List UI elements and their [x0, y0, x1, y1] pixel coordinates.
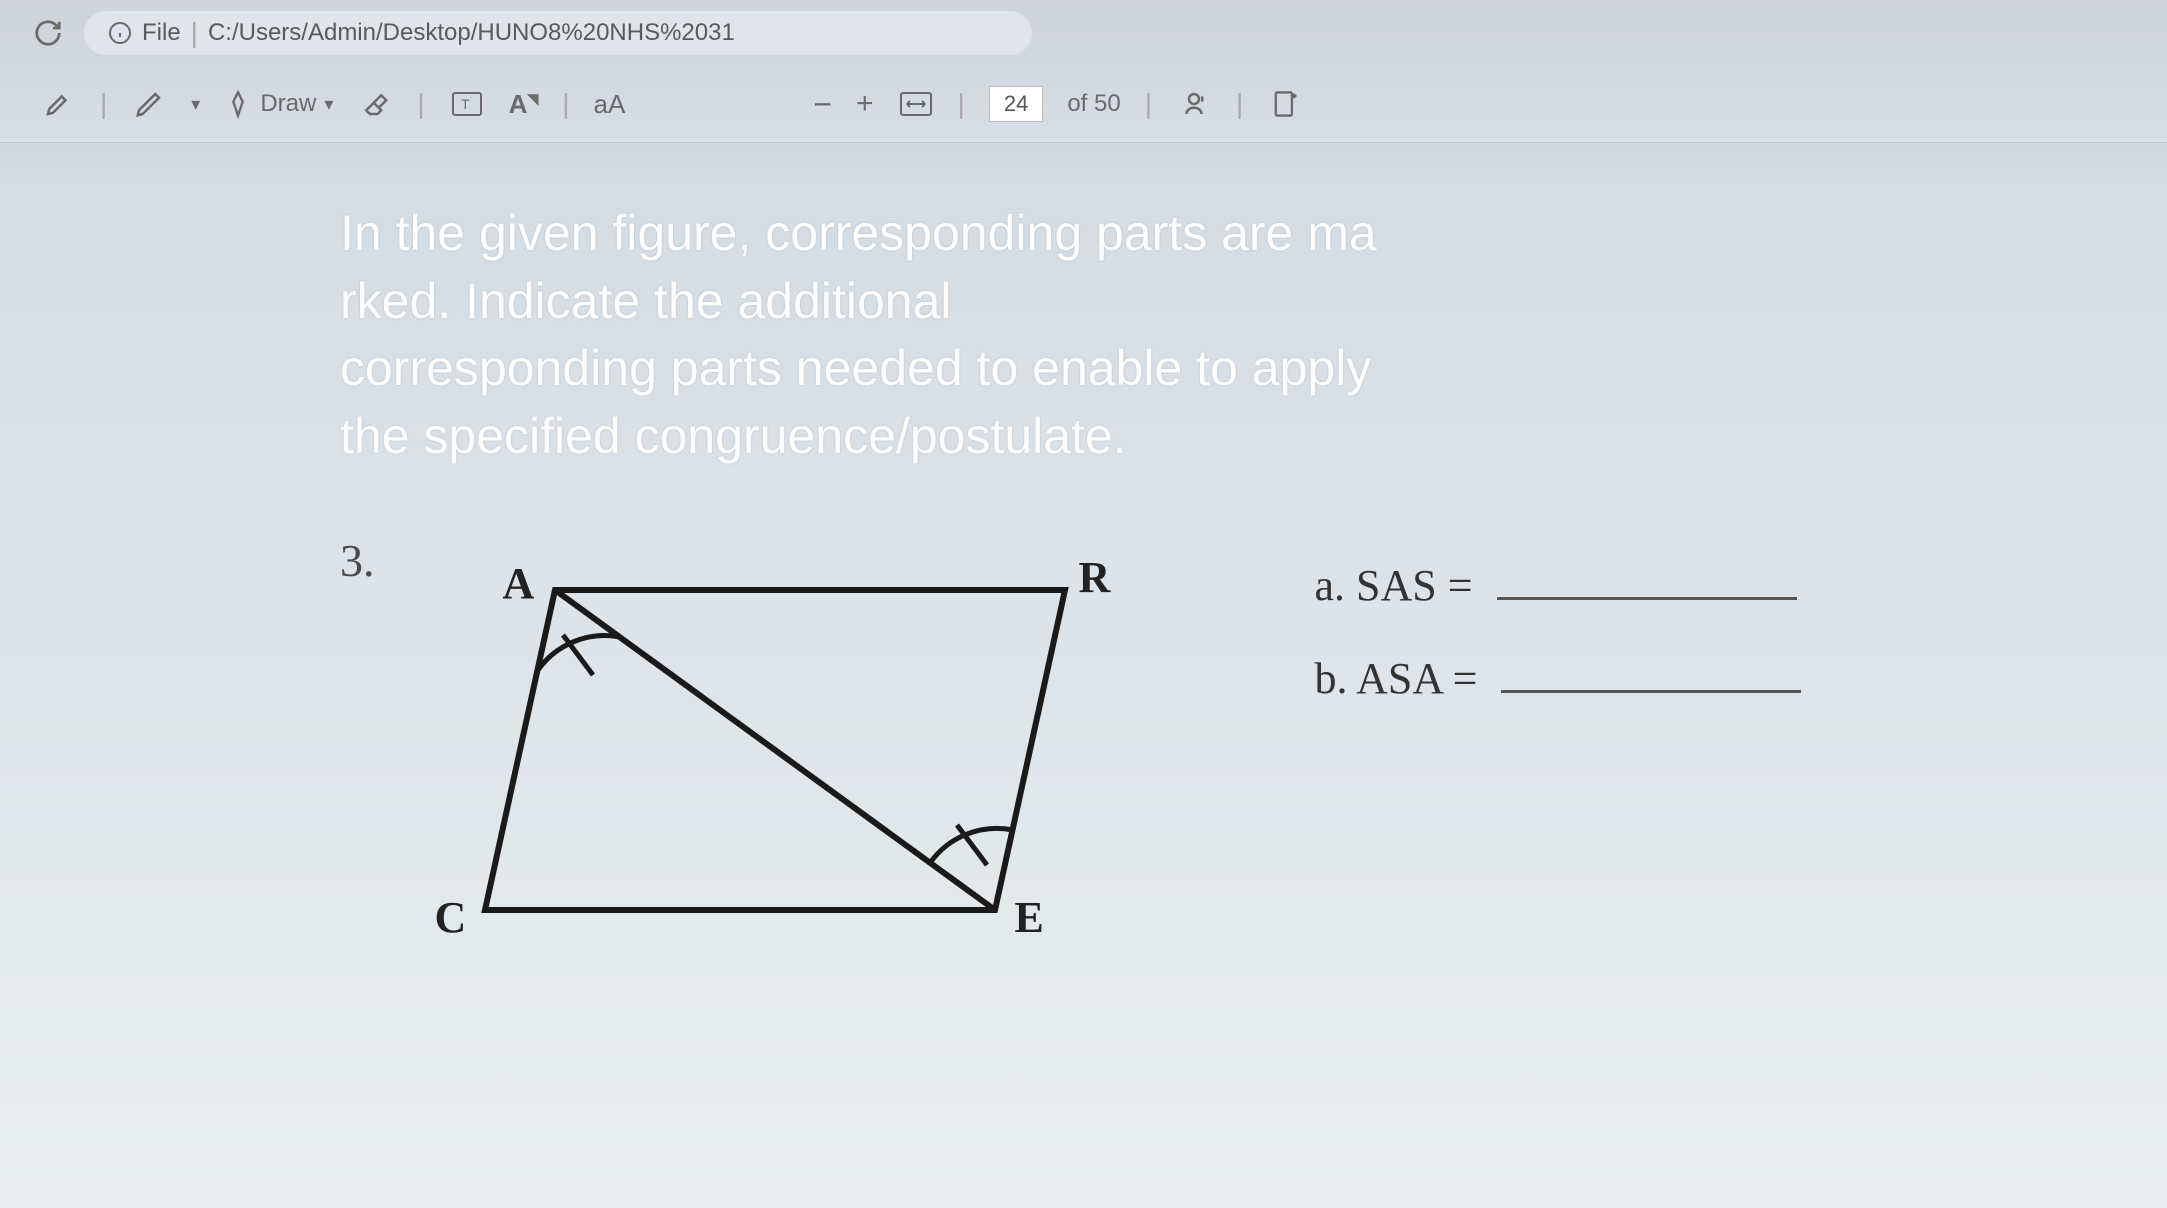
prompt-line: corresponding parts needed to enable to … — [340, 340, 1371, 396]
zoom-out-button[interactable]: − — [813, 86, 832, 123]
pdf-toolbar: | ▾ Draw ▾ | T A◥ | aA − + | 24 of 50 | … — [0, 66, 2167, 143]
geometry-figure: A R C E — [425, 530, 1145, 990]
question-number: 3. — [340, 534, 375, 587]
question-row: 3. A R C E a. SAS = — [340, 530, 2127, 990]
answer-b-blank[interactable] — [1501, 682, 1801, 693]
draw-button[interactable]: Draw ▾ — [224, 90, 333, 118]
browser-address-bar: File | C:/Users/Admin/Desktop/HUNO8%20NH… — [0, 0, 2167, 66]
reload-icon[interactable] — [30, 15, 66, 51]
separator: | — [417, 88, 424, 120]
prompt-line: rked. Indicate the additional — [340, 273, 952, 329]
draw-label: Draw — [260, 90, 316, 118]
vertex-label-a: A — [503, 558, 535, 609]
highlighter-icon[interactable] — [131, 86, 167, 122]
fit-width-icon[interactable] — [898, 86, 934, 122]
page-number-input[interactable]: 24 — [989, 86, 1043, 122]
info-icon — [108, 21, 132, 45]
svg-text:T: T — [461, 96, 470, 112]
textbox-icon[interactable]: T — [449, 86, 485, 122]
answer-a-row: a. SAS = — [1315, 560, 1802, 611]
zoom-in-button[interactable]: + — [856, 87, 874, 121]
add-page-icon[interactable] — [1267, 86, 1303, 122]
prompt-line: In the given figure, corresponding parts… — [340, 205, 1377, 261]
read-aloud-icon[interactable] — [1176, 86, 1212, 122]
separator: | — [562, 88, 569, 120]
file-scheme-label: File — [142, 19, 181, 47]
text-tool-a[interactable]: A◥ — [509, 89, 539, 120]
answer-a-label: a. SAS = — [1315, 560, 1473, 611]
question-prompt: In the given figure, corresponding parts… — [340, 200, 1540, 470]
vertex-label-e: E — [1015, 892, 1044, 943]
separator: | — [1236, 88, 1243, 120]
address-field[interactable]: File | C:/Users/Admin/Desktop/HUNO8%20NH… — [84, 11, 1032, 55]
text-tool-ab[interactable]: aA — [594, 89, 626, 120]
chevron-down-icon: ▾ — [324, 94, 333, 115]
prompt-line: the specified congruence/postulate. — [340, 408, 1127, 464]
answer-b-row: b. ASA = — [1315, 653, 1802, 704]
chevron-down-icon[interactable]: ▾ — [191, 94, 200, 115]
answer-a-blank[interactable] — [1497, 589, 1797, 600]
document-content: In the given figure, corresponding parts… — [340, 200, 2127, 990]
vertex-label-r: R — [1079, 552, 1111, 603]
highlight-icon[interactable] — [40, 86, 76, 122]
file-path: C:/Users/Admin/Desktop/HUNO8%20NHS%2031 — [208, 19, 735, 47]
answer-b-label: b. ASA = — [1315, 653, 1478, 704]
separator: | — [191, 17, 198, 49]
pen-icon — [224, 90, 252, 118]
answer-section: a. SAS = b. ASA = — [1315, 560, 1802, 746]
vertex-label-c: C — [435, 892, 467, 943]
separator: | — [1145, 88, 1152, 120]
separator: | — [958, 88, 965, 120]
eraser-icon[interactable] — [357, 86, 393, 122]
page-total-label: of 50 — [1067, 90, 1120, 118]
separator: | — [100, 88, 107, 120]
